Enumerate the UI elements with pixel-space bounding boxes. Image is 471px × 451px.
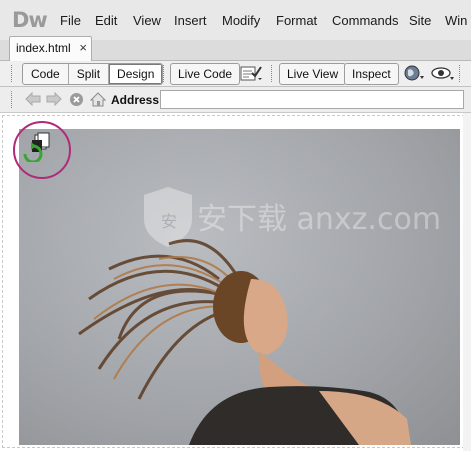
svg-text:安: 安: [161, 212, 177, 231]
menu-window[interactable]: Win: [445, 13, 467, 28]
stop-icon[interactable]: [69, 92, 84, 110]
watermark-logo-icon: 安: [144, 187, 192, 247]
eye-options-icon[interactable]: [431, 65, 457, 85]
menu-site[interactable]: Site: [409, 13, 431, 28]
document-tab-label: index.html: [16, 41, 71, 55]
menu-insert[interactable]: Insert: [174, 13, 207, 28]
page-image[interactable]: 安 安下载 anxz.com: [19, 129, 460, 445]
toolbar-grip[interactable]: [11, 65, 15, 82]
view-mode-switcher: Code Split Design: [22, 63, 164, 85]
back-arrow-icon[interactable]: [25, 91, 41, 109]
vertical-scrollbar[interactable]: [463, 113, 471, 451]
document-toolbar: Code Split Design Live Code Live View In…: [0, 61, 471, 87]
live-view-button[interactable]: Live View: [279, 63, 347, 85]
address-input[interactable]: [160, 90, 464, 109]
forward-arrow-icon[interactable]: [46, 91, 62, 109]
globe-icon[interactable]: [404, 65, 426, 85]
app-logo: Dw: [12, 8, 48, 32]
browser-navigation-bar: Address:: [0, 87, 471, 113]
menu-bar: Dw File Edit View Insert Modify Format C…: [0, 0, 471, 41]
inspect-button[interactable]: Inspect: [344, 63, 399, 85]
watermark-text: 安下载 anxz.com: [197, 202, 441, 237]
face: [243, 279, 288, 355]
menu-format[interactable]: Format: [276, 13, 317, 28]
code-view-button[interactable]: Code: [23, 64, 69, 84]
live-code-button[interactable]: Live Code: [170, 63, 241, 85]
check-page-icon[interactable]: [240, 65, 264, 85]
toolbar-separator: [163, 65, 167, 82]
split-view-button[interactable]: Split: [69, 64, 110, 84]
home-icon[interactable]: [89, 92, 107, 110]
close-icon[interactable]: ×: [79, 40, 87, 55]
document-tab[interactable]: index.html ×: [9, 36, 92, 61]
toolbar-separator: [459, 65, 463, 82]
toolbar-grip[interactable]: [11, 91, 15, 108]
menu-view[interactable]: View: [133, 13, 161, 28]
toolbar-separator: [271, 65, 275, 82]
design-view-button[interactable]: Design: [109, 64, 163, 84]
address-label: Address:: [111, 93, 164, 107]
menu-file[interactable]: File: [60, 13, 81, 28]
design-view-canvas[interactable]: 安 安下载 anxz.com: [0, 113, 471, 451]
menu-edit[interactable]: Edit: [95, 13, 117, 28]
related-files-sync-icon[interactable]: [21, 132, 53, 165]
menu-modify[interactable]: Modify: [222, 13, 260, 28]
menu-commands[interactable]: Commands: [332, 13, 398, 28]
